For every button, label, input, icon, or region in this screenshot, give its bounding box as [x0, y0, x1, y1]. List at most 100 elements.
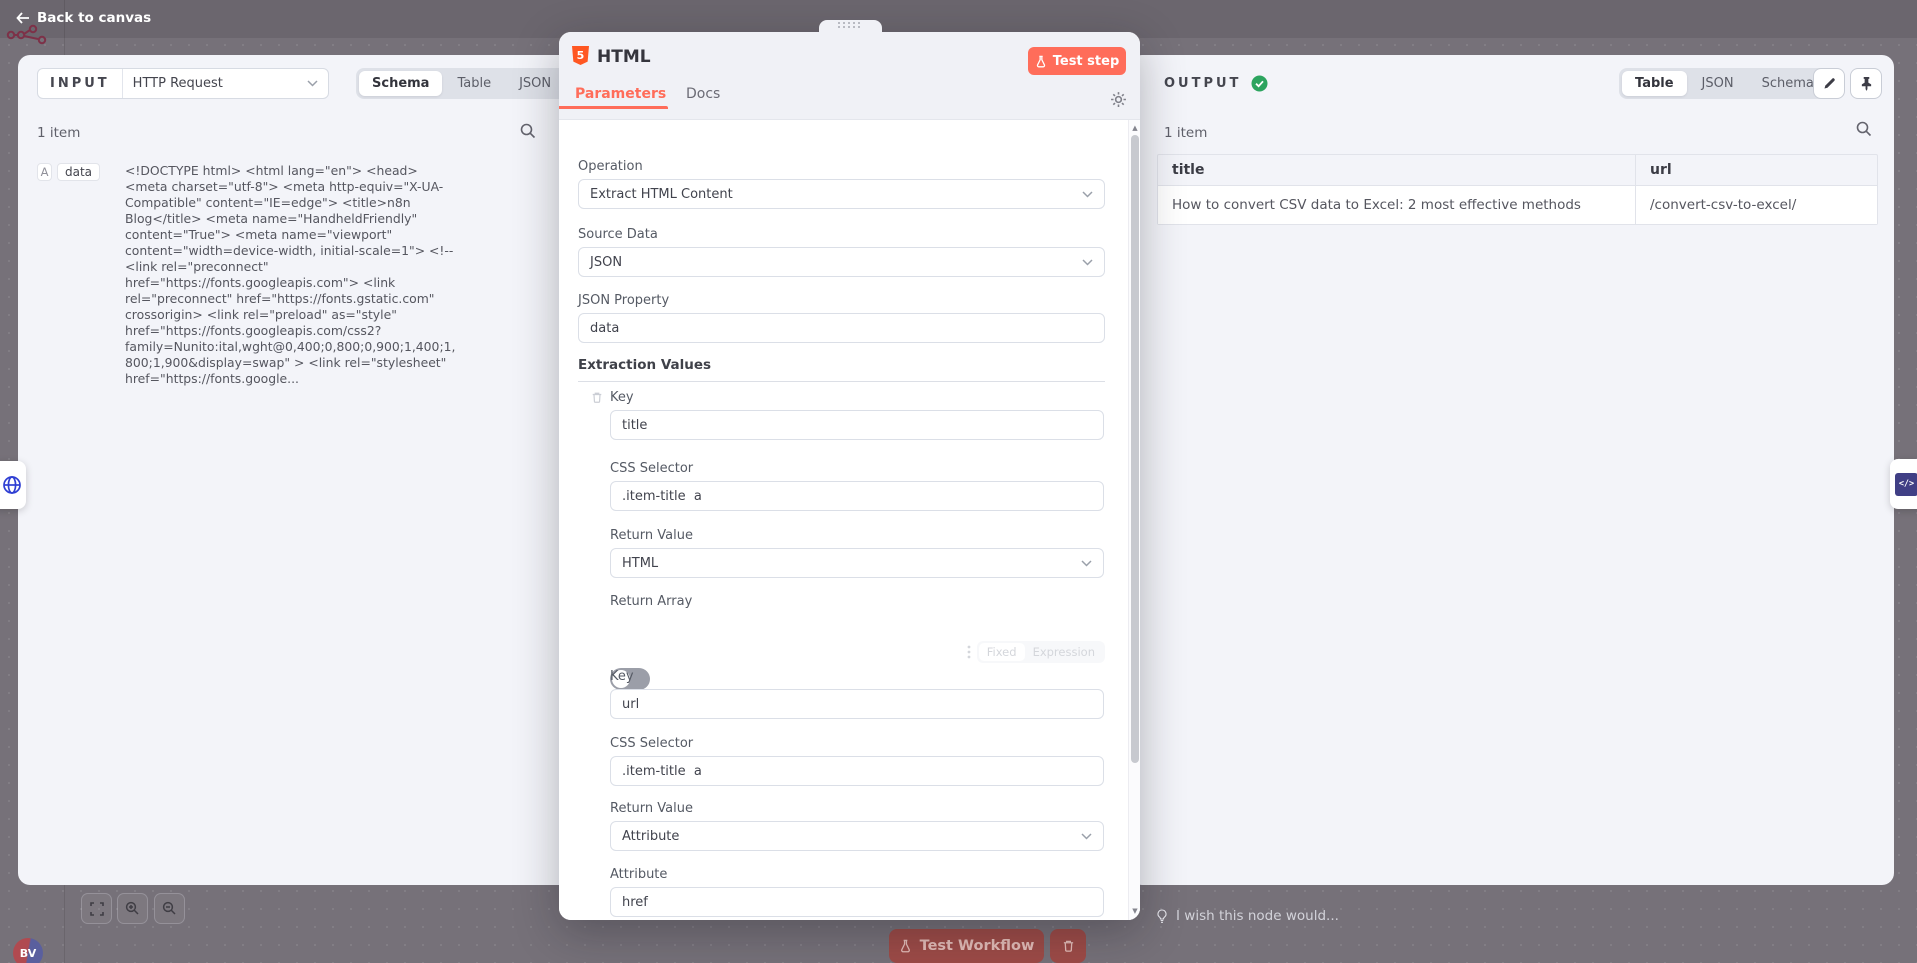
key-input[interactable]: url: [610, 689, 1104, 719]
success-check-icon: [1251, 75, 1268, 92]
node-settings-gear-icon[interactable]: [1110, 91, 1127, 108]
key-input[interactable]: title: [610, 410, 1104, 440]
zoom-out-button[interactable]: [154, 893, 185, 924]
tab-docs[interactable]: Docs: [686, 86, 720, 102]
delete-node-button[interactable]: [1050, 929, 1086, 963]
output-table-header-row: title url: [1158, 155, 1877, 186]
zoom-to-fit-button[interactable]: [81, 893, 112, 924]
extraction-values-heading: Extraction Values: [578, 357, 1105, 382]
operation-select[interactable]: Extract HTML Content: [578, 179, 1105, 209]
extraction1-return-array-field: Return Array: [610, 594, 692, 614]
output-column-header[interactable]: url: [1636, 155, 1877, 185]
source-data-select[interactable]: JSON: [578, 247, 1105, 277]
input-tab-json[interactable]: JSON: [506, 71, 564, 96]
zoom-to-fit-icon: [90, 902, 104, 916]
modal-scrollbar[interactable]: ▲ ▼: [1128, 120, 1140, 920]
key-label: Key: [610, 390, 1104, 405]
json-property-input[interactable]: data: [578, 313, 1105, 343]
schema-key-badge[interactable]: data: [57, 163, 100, 181]
css-selector-value: .item-title a: [622, 489, 702, 504]
input-tab-table[interactable]: Table: [444, 71, 504, 96]
scroll-up-icon[interactable]: ▲: [1129, 124, 1141, 132]
extraction1-css-selector-field: CSS Selector .item-title a: [610, 461, 1104, 511]
test-step-button[interactable]: Test step: [1028, 47, 1126, 75]
modal-header: 5 HTML Test step Parameters Docs: [559, 32, 1140, 120]
schema-data-row[interactable]: A data: [37, 163, 100, 181]
input-panel-label: INPUT: [50, 76, 110, 91]
operation-field: Operation Extract HTML Content: [578, 159, 1105, 209]
input-panel-label-box: INPUT: [38, 69, 123, 98]
kebab-menu-icon[interactable]: [967, 645, 971, 659]
output-items-count: 1 item: [1164, 125, 1207, 141]
attribute-value: href: [622, 895, 648, 910]
zoom-in-button[interactable]: [117, 893, 148, 924]
extraction1-return-value-field: Return Value HTML: [610, 528, 1104, 578]
node-feedback-label: I wish this node would...: [1176, 908, 1339, 924]
edit-output-button[interactable]: [1813, 68, 1845, 99]
input-source-value: HTTP Request: [133, 76, 223, 91]
pin-icon: [1860, 76, 1873, 91]
key-value: title: [622, 418, 647, 433]
arrow-left-icon: [16, 12, 30, 24]
scroll-down-icon[interactable]: ▼: [1129, 907, 1141, 915]
prev-node-tab[interactable]: [0, 461, 26, 509]
input-tab-schema[interactable]: Schema: [359, 71, 442, 96]
extraction2-css-selector-field: CSS Selector .item-title a: [610, 736, 1104, 786]
parameters-pane: Operation Extract HTML Content Source Da…: [559, 120, 1140, 920]
next-node-tab[interactable]: </>: [1890, 459, 1917, 509]
return-value-select[interactable]: HTML: [610, 548, 1104, 578]
return-value-select[interactable]: Attribute: [610, 821, 1104, 851]
key-value: url: [622, 697, 639, 712]
expression-option[interactable]: Expression: [1025, 643, 1103, 661]
return-value-label: Return Value: [610, 528, 1104, 543]
extraction2-return-value-field: Return Value Attribute: [610, 801, 1104, 851]
pin-data-button[interactable]: [1850, 68, 1882, 99]
input-search-icon[interactable]: [520, 123, 536, 139]
back-to-canvas-button[interactable]: Back to canvas: [16, 10, 151, 26]
css-selector-input[interactable]: .item-title a: [610, 756, 1104, 786]
output-tab-table[interactable]: Table: [1622, 71, 1687, 96]
css-selector-input[interactable]: .item-title a: [610, 481, 1104, 511]
output-cell-url: /convert-csv-to-excel/: [1636, 186, 1877, 224]
delete-extraction-icon[interactable]: [591, 391, 603, 404]
operation-label: Operation: [578, 159, 1105, 174]
flask-icon: [1035, 55, 1047, 68]
schema-value-text: <!DOCTYPE html> <html lang="en"> <head> …: [125, 163, 458, 387]
input-source-selector[interactable]: INPUT HTTP Request: [37, 68, 329, 99]
avatar-initials: BV: [20, 947, 36, 960]
chevron-down-icon: [1082, 191, 1093, 198]
output-tab-json[interactable]: JSON: [1689, 71, 1747, 96]
test-workflow-label: Test Workflow: [920, 938, 1035, 954]
css-selector-value: .item-title a: [622, 764, 702, 779]
output-cell-title: How to convert CSV data to Excel: 2 most…: [1158, 186, 1636, 224]
zoom-out-icon: [162, 901, 177, 916]
flask-icon: [899, 939, 912, 953]
parameter-mode-row: Fixed Expression: [559, 641, 1105, 663]
fixed-option[interactable]: Fixed: [979, 643, 1025, 661]
code-node-icon: </>: [1895, 473, 1917, 496]
chevron-down-icon: [1081, 560, 1092, 567]
node-feedback-link[interactable]: I wish this node would...: [1156, 908, 1339, 924]
back-to-canvas-label: Back to canvas: [37, 10, 151, 26]
css-selector-label: CSS Selector: [610, 461, 1104, 476]
return-value-label: Return Value: [610, 801, 1104, 816]
source-data-field: Source Data JSON: [578, 227, 1105, 277]
input-items-count: 1 item: [37, 125, 80, 141]
pencil-icon: [1823, 77, 1836, 90]
modal-drag-handle[interactable]: [819, 20, 882, 32]
fixed-expression-toggle[interactable]: Fixed Expression: [977, 641, 1105, 663]
test-workflow-button[interactable]: Test Workflow: [889, 929, 1044, 963]
json-property-value: data: [590, 321, 619, 336]
output-table-row: How to convert CSV data to Excel: 2 most…: [1158, 186, 1877, 224]
user-avatar[interactable]: BV: [13, 938, 43, 963]
tab-parameters[interactable]: Parameters: [575, 86, 666, 102]
json-property-field: JSON Property data: [578, 293, 1105, 343]
key-label: Key: [610, 669, 1104, 684]
scrollbar-thumb[interactable]: [1131, 135, 1139, 763]
input-view-tabs: Schema Table JSON: [356, 68, 567, 99]
attribute-input[interactable]: href: [610, 887, 1104, 917]
output-search-icon[interactable]: [1856, 121, 1872, 137]
output-column-header[interactable]: title: [1158, 155, 1636, 185]
input-source-select[interactable]: HTTP Request: [123, 69, 328, 98]
return-value-value: HTML: [622, 556, 658, 571]
